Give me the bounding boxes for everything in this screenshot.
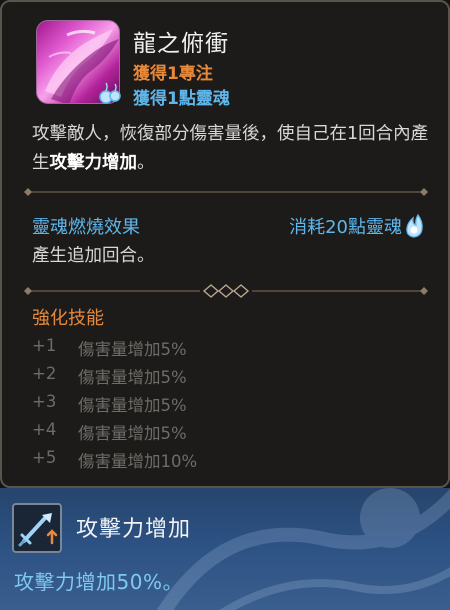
enhancement-item: +5 傷害量增加10%	[32, 448, 197, 476]
gain-soul-text: 獲得1點靈魂	[133, 89, 230, 109]
soul-flame-icon	[406, 213, 423, 238]
buff-detail-panel: 攻擊力增加 攻擊力增加50%。	[0, 488, 450, 610]
enhancement-item: +1 傷害量增加5%	[32, 336, 197, 364]
background-art	[156, 488, 450, 610]
enhancement-text: 傷害量增加5%	[78, 396, 187, 415]
enhancement-text: 傷害量增加5%	[78, 368, 187, 387]
section-divider	[24, 188, 428, 196]
enhancement-list: +1 傷害量增加5% +2 傷害量增加5% +3 傷害量增加5% +4 傷害量增…	[32, 336, 197, 476]
enhancement-title: 強化技能	[32, 308, 104, 329]
buff-name: 攻擊力增加	[76, 517, 192, 542]
enhancement-level: +3	[32, 392, 57, 411]
enhancement-level: +1	[32, 336, 57, 355]
enhancement-level: +5	[32, 448, 57, 467]
enhancement-item: +3 傷害量增加5%	[32, 392, 197, 420]
enhancement-item: +4 傷害量增加5%	[32, 420, 197, 448]
soulburn-description: 產生追加回合。	[32, 246, 155, 266]
soulburn-cost: 消耗20點靈魂	[289, 217, 402, 238]
skill-description: 攻擊敵人，恢復部分傷害量後，使自己在1回合內產生攻擊力增加。	[32, 120, 430, 178]
soul-icon	[99, 82, 121, 104]
enhancement-text: 傷害量增加5%	[78, 340, 187, 359]
gain-focus-text: 獲得1專注	[133, 64, 213, 84]
buff-description: 攻擊力增加50%。	[14, 570, 183, 594]
enhancement-text: 傷害量增加5%	[78, 424, 187, 443]
attack-up-sword-icon	[12, 503, 62, 553]
soulburn-title: 靈魂燃燒效果	[32, 217, 140, 238]
skill-name: 龍之俯衝	[133, 31, 229, 57]
enhancement-item: +2 傷害量增加5%	[32, 364, 197, 392]
skill-tooltip: 龍之俯衝 獲得1專注 獲得1點靈魂 攻擊敵人，恢復部分傷害量後，使自己在1回合內…	[0, 0, 450, 488]
enhancement-level: +2	[32, 364, 57, 383]
ornate-divider	[24, 284, 428, 298]
enhancement-text: 傷害量增加10%	[78, 452, 198, 471]
enhancement-level: +4	[32, 420, 57, 439]
skill-description-highlight[interactable]: 攻擊力增加	[50, 153, 138, 173]
skill-description-end: 。	[137, 153, 155, 173]
